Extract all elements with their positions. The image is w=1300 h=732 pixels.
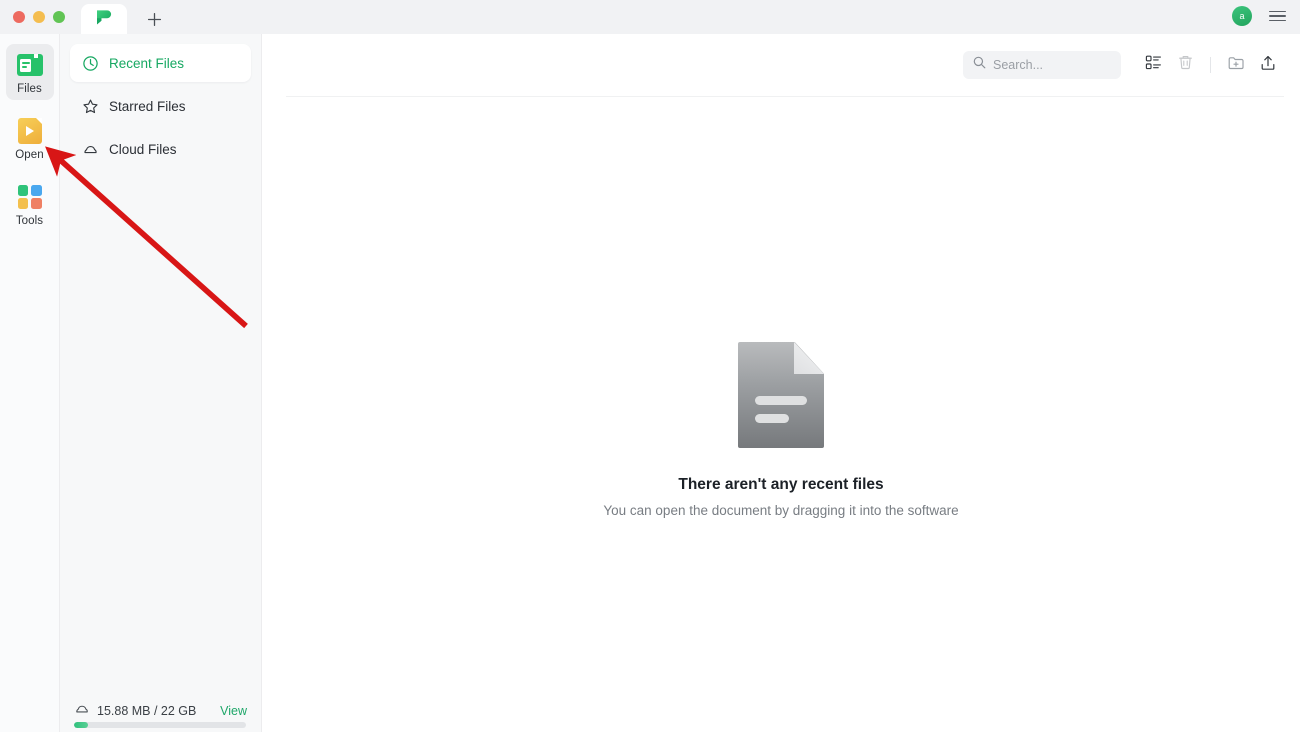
new-tab-button[interactable]	[137, 4, 171, 34]
cloud-icon	[74, 701, 90, 720]
nav-panel: Recent Files Starred Files Cloud Files 1…	[60, 34, 262, 732]
rail-item-label: Open	[15, 149, 44, 161]
nav-item-recent-files[interactable]: Recent Files	[70, 44, 251, 82]
files-icon	[16, 51, 44, 79]
nav-item-cloud-files[interactable]: Cloud Files	[70, 130, 251, 168]
nav-item-label: Starred Files	[109, 98, 186, 114]
app-window: a Files Open Tools Recent Files Starred …	[0, 0, 1300, 732]
menu-icon[interactable]	[1269, 10, 1286, 22]
tools-swatch-2	[30, 185, 42, 196]
empty-state-title: There aren't any recent files	[678, 476, 884, 493]
tools-swatch-3	[17, 198, 29, 209]
new-folder-button[interactable]	[1220, 49, 1252, 81]
storage-progress-fill	[74, 722, 88, 728]
content-toolbar	[262, 34, 1300, 96]
app-logo-icon	[94, 7, 114, 32]
search-box[interactable]	[963, 51, 1121, 79]
storage-view-link[interactable]: View	[220, 704, 247, 718]
rail-item-label: Files	[17, 83, 42, 95]
delete-button[interactable]	[1169, 49, 1201, 81]
avatar-initial: a	[1239, 10, 1245, 21]
new-folder-icon	[1227, 54, 1245, 77]
app-body: Files Open Tools Recent Files Starred Fi…	[0, 34, 1300, 732]
trash-icon	[1177, 54, 1194, 76]
upload-button[interactable]	[1252, 49, 1284, 81]
list-view-button[interactable]	[1137, 49, 1169, 81]
window-controls	[0, 11, 77, 34]
main-content: There aren't any recent files You can op…	[262, 34, 1300, 732]
search-icon	[973, 56, 986, 74]
open-document-icon	[16, 117, 44, 145]
nav-list: Recent Files Starred Files Cloud Files	[60, 34, 261, 173]
empty-state-subtitle: You can open the document by dragging it…	[603, 503, 959, 518]
storage-usage-text: 15.88 MB / 22 GB	[97, 703, 197, 718]
tools-swatch-1	[17, 185, 29, 196]
storage-progress-bar	[74, 722, 246, 728]
icon-rail: Files Open Tools	[0, 34, 60, 732]
nav-item-label: Cloud Files	[109, 141, 177, 157]
minimize-button[interactable]	[33, 11, 45, 23]
tools-swatch-4	[30, 198, 42, 209]
nav-item-starred-files[interactable]: Starred Files	[70, 87, 251, 125]
search-input[interactable]	[993, 58, 1111, 72]
list-view-icon	[1145, 54, 1162, 76]
star-icon	[82, 98, 99, 115]
cloud-icon	[82, 141, 99, 158]
upload-icon	[1259, 54, 1277, 77]
titlebar: a	[0, 0, 1300, 34]
rail-item-tools[interactable]: Tools	[6, 176, 54, 232]
close-button[interactable]	[13, 11, 25, 23]
empty-state: There aren't any recent files You can op…	[262, 97, 1300, 732]
clock-icon	[82, 55, 99, 72]
toolbar-divider	[1210, 57, 1211, 73]
rail-item-label: Tools	[15, 215, 44, 227]
tab-active[interactable]	[81, 4, 127, 34]
zoom-button[interactable]	[53, 11, 65, 23]
rail-item-files[interactable]: Files	[5, 44, 54, 100]
document-icon	[738, 342, 824, 448]
tools-grid-icon	[16, 183, 44, 211]
nav-item-label: Recent Files	[109, 55, 185, 71]
titlebar-actions: a	[1232, 6, 1300, 34]
rail-item-open[interactable]: Open	[6, 110, 54, 166]
avatar[interactable]: a	[1232, 6, 1252, 26]
